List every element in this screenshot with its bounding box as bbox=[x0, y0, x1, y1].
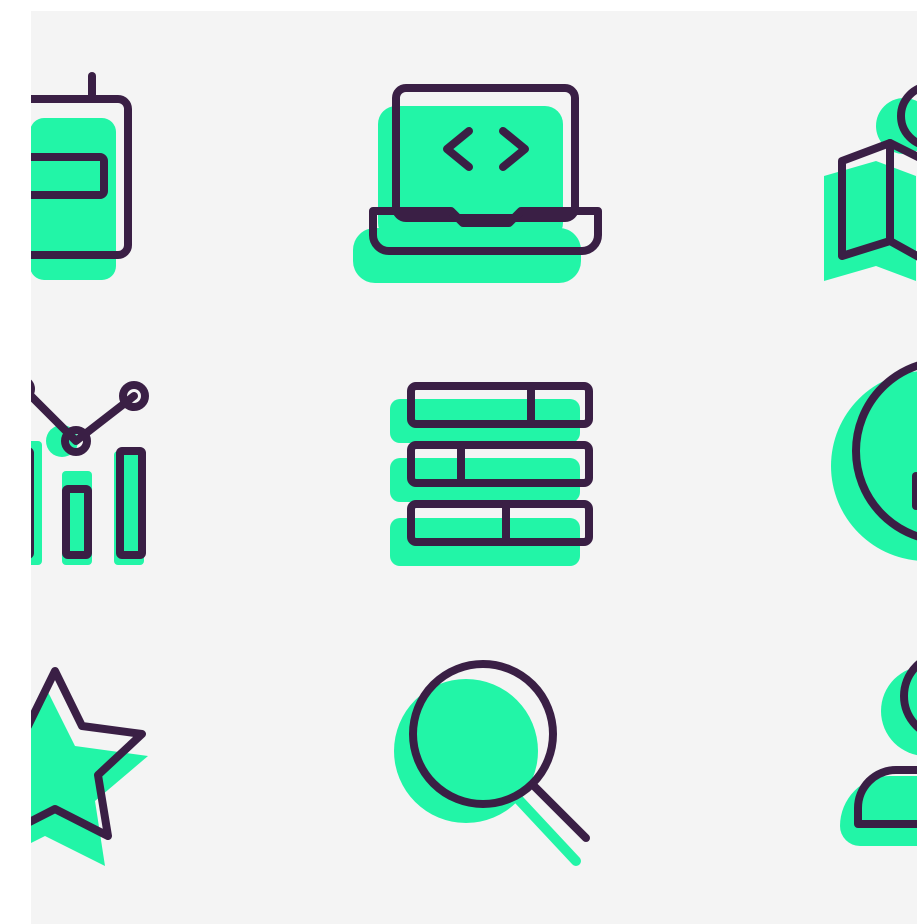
icon-grid-canvas bbox=[31, 11, 917, 924]
map-location-icon bbox=[824, 85, 917, 281]
walkie-talkie-icon bbox=[31, 72, 132, 280]
info-circle-icon bbox=[831, 361, 917, 561]
search-icon bbox=[394, 660, 590, 866]
star-icon bbox=[31, 667, 148, 866]
user-icon bbox=[840, 660, 917, 846]
analytics-chart-icon bbox=[31, 379, 149, 565]
table-rows-icon bbox=[390, 382, 593, 566]
laptop-code-icon bbox=[353, 84, 602, 283]
